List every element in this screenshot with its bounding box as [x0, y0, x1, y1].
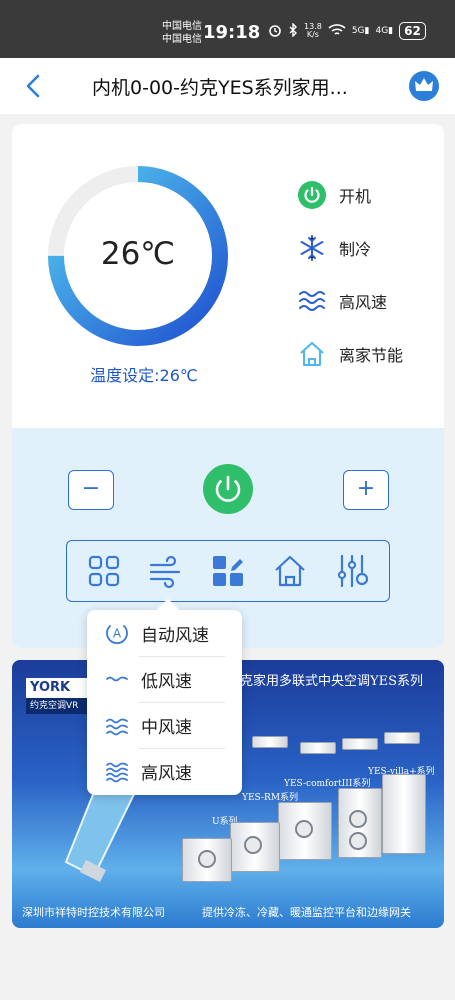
- menu-item-auto-label: 自动风速: [141, 625, 209, 646]
- settings-tiles-icon[interactable]: [210, 553, 246, 589]
- status-mode-label: 制冷: [339, 240, 372, 259]
- power-button[interactable]: [203, 464, 253, 514]
- temp-increase-button[interactable]: +: [343, 470, 389, 510]
- mode-grid-icon[interactable]: [86, 553, 122, 589]
- status-power-label: 开机: [339, 187, 372, 206]
- status-power: 开机: [297, 180, 371, 210]
- fan-speed-menu: A 自动风速 低风速 中风速 高风速: [87, 598, 242, 795]
- wave-mid-icon: [106, 718, 128, 736]
- snowflake-icon: [300, 235, 324, 261]
- wind-icon: [299, 291, 325, 311]
- net-speed-unit: K/s: [306, 30, 319, 39]
- fan-icon: [198, 850, 216, 868]
- signal-4g-label: 4G: [375, 26, 389, 36]
- wifi-icon: [328, 23, 346, 40]
- auto-a-icon: A: [106, 625, 128, 645]
- status-time: 19:18: [203, 22, 261, 43]
- alarm-icon: [268, 23, 282, 40]
- signal-5g-label: 5G: [351, 26, 365, 36]
- back-button[interactable]: [22, 72, 46, 100]
- home-icon[interactable]: [272, 553, 308, 589]
- status-eco-label: 离家节能: [339, 346, 404, 365]
- outdoor-unit: [382, 774, 426, 854]
- power-icon: [298, 181, 326, 209]
- status-fan-label: 高风速: [339, 293, 388, 312]
- menu-item-low-fan[interactable]: 低风速: [87, 656, 242, 702]
- fan-icon: [295, 820, 313, 838]
- menu-item-mid-fan[interactable]: 中风速: [87, 702, 242, 748]
- menu-item-auto-fan[interactable]: A 自动风速: [87, 610, 242, 656]
- wave-low-icon: [106, 676, 128, 682]
- menu-item-mid-label: 中风速: [141, 717, 192, 738]
- status-icons: 13.8 K/s 5G▮ 4G▮ 62: [268, 21, 426, 40]
- temp-decrease-button[interactable]: −: [68, 470, 114, 510]
- net-speed: 13.8 K/s: [304, 23, 322, 39]
- svg-text:A: A: [113, 627, 122, 641]
- banner-footer-company: 深圳市祥特时控技术有限公司: [22, 906, 165, 919]
- temperature-setpoint: 温度设定:26℃: [90, 366, 198, 385]
- nav-bar: 内机0-00-约克YES系列家用...: [0, 58, 455, 114]
- carrier-2: 中国电信: [162, 34, 202, 45]
- carrier-1: 中国电信: [162, 21, 202, 32]
- fan-speed-icon[interactable]: [148, 553, 184, 589]
- battery-indicator: 62: [399, 22, 426, 40]
- carrier-labels: 中国电信 中国电信: [162, 20, 202, 46]
- signal-5g-icon: 5G▮: [351, 26, 370, 36]
- chevron-left-icon: [26, 74, 40, 98]
- signal-4g-icon: 4G▮: [375, 26, 394, 36]
- cassette-unit: [342, 738, 378, 750]
- fan-icon: [349, 810, 367, 828]
- crown-button[interactable]: [409, 71, 439, 101]
- menu-item-low-label: 低风速: [141, 671, 192, 692]
- bluetooth-icon: [288, 21, 298, 40]
- current-temperature: 26℃: [100, 236, 176, 272]
- fan-icon: [244, 836, 262, 854]
- adjust-sliders-icon[interactable]: [334, 553, 370, 589]
- crown-icon: [415, 78, 433, 91]
- home-icon: [300, 342, 324, 366]
- menu-item-high-fan[interactable]: 高风速: [87, 748, 242, 794]
- cassette-unit: [300, 742, 336, 754]
- status-mode: 制冷: [297, 233, 371, 263]
- menu-item-high-label: 高风速: [141, 763, 192, 784]
- cassette-unit: [252, 736, 288, 748]
- power-icon: [215, 475, 241, 502]
- status-fan: 高风速: [297, 286, 387, 316]
- status-bar: 中国电信 中国电信 19:18 13.8 K/s 5G▮ 4G▮ 62: [0, 0, 455, 58]
- cassette-unit: [384, 732, 420, 744]
- banner-headline: 克家用多联式中央空调YES系列: [240, 674, 423, 689]
- status-eco: 离家节能: [297, 339, 403, 369]
- climate-card: 26℃ 温度设定:26℃ 开机 制冷 高风速 离家节能 − +: [12, 124, 444, 648]
- banner-footer-tagline: 提供冷冻、冷藏、暖通监控平台和边缘网关: [202, 906, 411, 919]
- wave-high-icon: [106, 762, 128, 783]
- function-toolbar: [66, 540, 390, 602]
- fan-icon: [349, 832, 367, 850]
- page-title: 内机0-00-约克YES系列家用...: [92, 77, 348, 99]
